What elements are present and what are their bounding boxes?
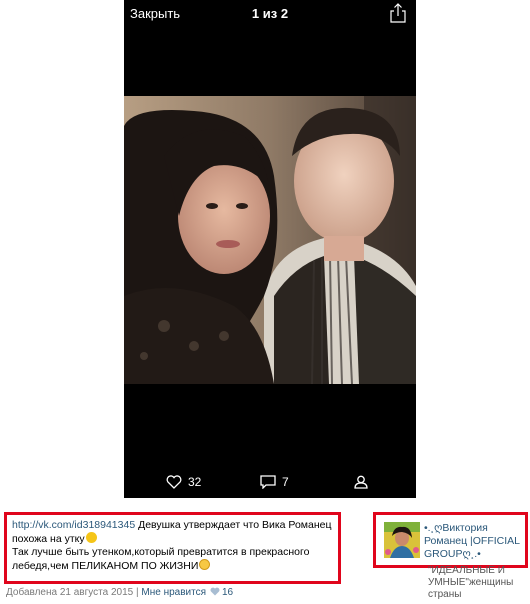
group-description-line: страны bbox=[428, 589, 462, 600]
comment-icon bbox=[260, 475, 276, 489]
person-icon bbox=[354, 475, 368, 489]
group-avatar[interactable] bbox=[384, 522, 420, 558]
like-link[interactable]: Мне нравится bbox=[141, 587, 206, 598]
heart-icon bbox=[166, 475, 182, 489]
post-date: Добавлена 21 августа 2015 bbox=[6, 587, 134, 598]
tag-person-button[interactable] bbox=[354, 475, 368, 489]
viewer-top-bar: Закрыть 1 из 2 bbox=[124, 0, 416, 28]
comments-count: 7 bbox=[282, 475, 289, 489]
like-button[interactable]: 32 bbox=[166, 475, 201, 489]
post-meta: Добавлена 21 августа 2015 | Мне нравится… bbox=[6, 587, 233, 599]
comments-button[interactable]: 7 bbox=[260, 475, 289, 489]
group-description: "ИДЕАЛЬНЫЕ И УМНЫЕ"женщины страны bbox=[428, 565, 528, 601]
group-description-line: "ИДЕАЛЬНЫЕ И bbox=[428, 565, 505, 576]
laughing-emoji-icon bbox=[199, 559, 211, 570]
post-text-line2: Так лучше быть утенком,который превратит… bbox=[12, 546, 310, 572]
post-text-box: http://vk.com/id318941345 Девушка утверж… bbox=[4, 512, 341, 584]
group-name-link[interactable]: •.¸ღВиктория Романец |OFFICIAL GROUPღ¸.• bbox=[424, 522, 528, 561]
profile-link[interactable]: http://vk.com/id318941345 bbox=[12, 519, 135, 531]
heart-icon bbox=[210, 587, 220, 599]
photo-counter: 1 из 2 bbox=[251, 6, 289, 21]
duck-emoji-icon bbox=[85, 532, 97, 543]
viewer-bottom-bar: 32 7 bbox=[124, 468, 416, 498]
share-icon[interactable] bbox=[390, 3, 406, 23]
likes-count: 32 bbox=[188, 475, 202, 489]
photo-viewer: Закрыть 1 из 2 32 7 bbox=[124, 0, 416, 498]
like-count: 16 bbox=[222, 587, 234, 598]
selfie-photo[interactable] bbox=[124, 96, 416, 384]
group-description-line: УМНЫЕ"женщины bbox=[428, 577, 514, 588]
group-card: •.¸ღВиктория Романец |OFFICIAL GROUPღ¸.• bbox=[373, 512, 528, 568]
